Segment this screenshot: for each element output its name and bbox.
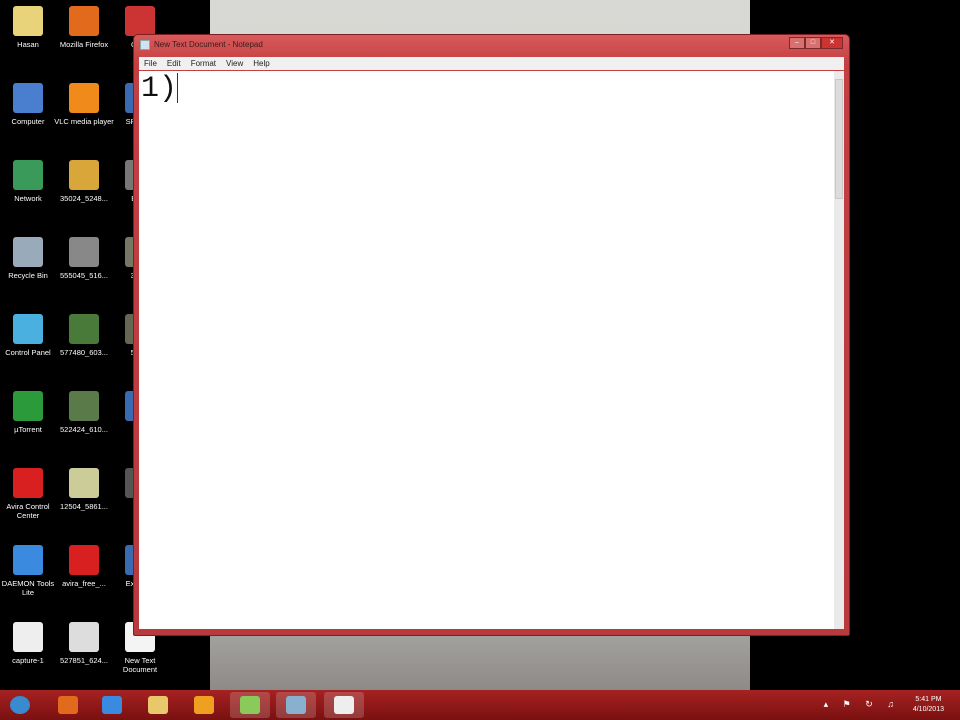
desktop-icon[interactable]: Avira Control Center	[0, 468, 59, 520]
taskbar: ▴ ⚑ ↻ ♫ 5:41 PM 4/10/2013	[0, 690, 960, 720]
taskbar-firefox-button[interactable]	[48, 692, 88, 718]
desktop-icon-image	[125, 6, 155, 36]
desktop-icon[interactable]: 577480_603...	[53, 314, 115, 357]
desktop-icon[interactable]: 522424_610...	[53, 391, 115, 434]
desktop-icon-image	[69, 391, 99, 421]
desktop-icon-image	[69, 160, 99, 190]
menu-format[interactable]: Format	[191, 59, 216, 68]
desktop-icon-image	[13, 237, 43, 267]
desktop-icon[interactable]: 12504_5861...	[53, 468, 115, 511]
desktop-icon[interactable]: 527851_624...	[53, 622, 115, 665]
desktop-icon-image	[13, 622, 43, 652]
clock-time: 5:41 PM	[915, 696, 942, 703]
menu-file[interactable]: File	[144, 59, 157, 68]
desktop-icon[interactable]: Mozilla Firefox	[53, 6, 115, 49]
desktop-icon[interactable]: Recycle Bin	[0, 237, 59, 280]
close-button[interactable]: ✕	[821, 37, 843, 49]
desktop-icon-image	[69, 6, 99, 36]
taskbar-internet-explorer-button[interactable]	[92, 692, 132, 718]
desktop-icon-label: Hasan	[17, 40, 39, 49]
desktop-icon[interactable]: 35024_5248...	[53, 160, 115, 203]
start-icon	[10, 696, 30, 714]
menu-help[interactable]: Help	[253, 59, 269, 68]
desktop-icon-image	[69, 314, 99, 344]
desktop-icon-label: 522424_610...	[60, 425, 108, 434]
desktop-icon-label: 555045_516...	[60, 271, 108, 280]
desktop-icon[interactable]: 555045_516...	[53, 237, 115, 280]
desktop-icon-label: VLC media player	[54, 117, 114, 126]
desktop-icon-label: New Text Document	[122, 656, 158, 674]
clock-date: 4/10/2013	[912, 706, 944, 713]
taskbar-app-button[interactable]	[230, 692, 270, 718]
notepad-icon	[334, 696, 354, 714]
taskbar-app2-button[interactable]	[276, 692, 316, 718]
desktop-icon[interactable]: µTorrent	[0, 391, 59, 434]
desktop-icon-label: Avira Control Center	[6, 502, 50, 520]
desktop-icon[interactable]: DAEMON Tools Lite	[0, 545, 59, 597]
desktop-icon[interactable]: Control Panel	[0, 314, 59, 357]
desktop-icon-image	[13, 314, 43, 344]
desktop-icon-image	[13, 160, 43, 190]
taskbar-media-player-button[interactable]	[184, 692, 224, 718]
desktop-icon-image	[13, 545, 43, 575]
taskbar-notepad-button[interactable]	[324, 692, 364, 718]
system-tray[interactable]: ▴ ⚑ ↻ ♫	[824, 699, 900, 710]
maximize-button[interactable]: □	[805, 37, 821, 49]
desktop-icon-label: 35024_5248...	[60, 194, 108, 203]
notepad-window[interactable]: New Text Document - Notepad – □ ✕ File E…	[133, 34, 850, 636]
editor-text: 1)	[141, 72, 178, 106]
desktop-icon-label: DAEMON Tools Lite	[1, 579, 55, 597]
explorer-icon	[148, 696, 168, 714]
taskbar-explorer-button[interactable]	[138, 692, 178, 718]
desktop-icon[interactable]: avira_free_...	[53, 545, 115, 588]
desktop-icon[interactable]: Hasan	[0, 6, 59, 49]
media-player-icon	[194, 696, 214, 714]
text-caret	[177, 73, 179, 104]
desktop-icon[interactable]: VLC media player	[53, 83, 115, 126]
notepad-icon	[140, 40, 150, 50]
desktop-icon-label: 12504_5861...	[60, 502, 108, 511]
desktop-icon-label: Control Panel	[5, 348, 51, 357]
vertical-scrollbar[interactable]	[834, 71, 844, 629]
internet-explorer-icon	[102, 696, 122, 714]
app2-icon	[286, 696, 306, 714]
desktop-icon[interactable]: Network	[0, 160, 59, 203]
desktop-icon-image	[13, 468, 43, 498]
minimize-button[interactable]: –	[789, 37, 805, 49]
desktop-icon-label: µTorrent	[14, 425, 42, 434]
desktop-icon-label: Recycle Bin	[8, 271, 48, 280]
text-editor[interactable]: 1)	[139, 71, 834, 629]
desktop-icon-label: Computer	[11, 117, 45, 126]
app-icon	[240, 696, 260, 714]
desktop-icon-image	[69, 545, 99, 575]
menu-edit[interactable]: Edit	[167, 59, 181, 68]
desktop-icon-label: Network	[14, 194, 42, 203]
menu-view[interactable]: View	[226, 59, 243, 68]
desktop-icon-image	[13, 391, 43, 421]
desktop-icon-label: capture-1	[12, 656, 44, 665]
desktop-icon-image	[13, 6, 43, 36]
taskbar-start-button[interactable]	[0, 692, 40, 718]
desktop-icon-image	[69, 468, 99, 498]
desktop-icon-label: 577480_603...	[60, 348, 108, 357]
desktop-icon[interactable]: Computer	[0, 83, 59, 126]
desktop-icon-label: 527851_624...	[60, 656, 108, 665]
desktop-icon-image	[69, 622, 99, 652]
desktop-icon[interactable]: capture-1	[0, 622, 59, 665]
menu-bar: File Edit Format View Help	[139, 57, 844, 70]
desktop-icon-image	[69, 83, 99, 113]
desktop-icon-image	[69, 237, 99, 267]
window-title: New Text Document - Notepad	[154, 40, 263, 49]
firefox-icon	[58, 696, 78, 714]
desktop-icon-label: avira_free_...	[62, 579, 106, 588]
desktop-icon-label: Mozilla Firefox	[59, 40, 109, 49]
desktop-icon-image	[13, 83, 43, 113]
clock[interactable]: 5:41 PM 4/10/2013	[913, 695, 944, 715]
